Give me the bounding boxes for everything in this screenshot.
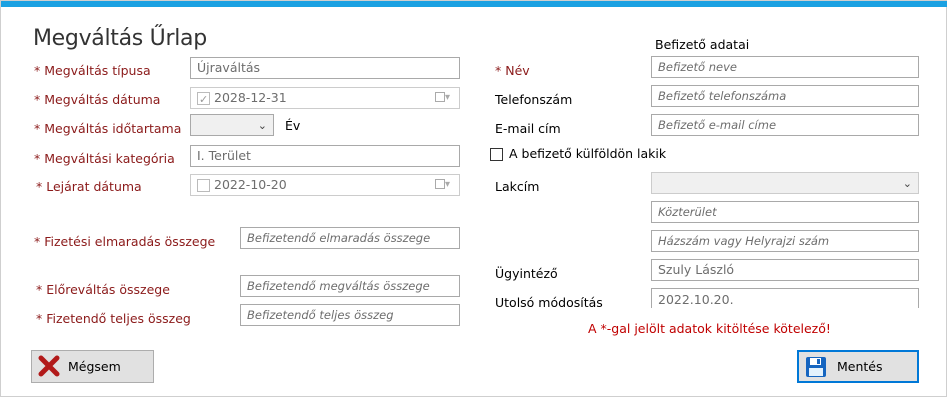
date-value: 2028-12-31	[214, 90, 287, 105]
save-label: Mentés	[837, 359, 883, 374]
chevron-down-icon: ⌄	[257, 119, 267, 132]
duration-label: * Megváltás időtartama	[34, 121, 182, 136]
expiry-value: 2022-10-20	[214, 177, 287, 192]
prepay-label: * Előreváltás összege	[36, 282, 170, 297]
name-input[interactable]: Befizető neve	[651, 56, 919, 78]
category-label: * Megváltási kategória	[34, 151, 175, 166]
required-note: A *-gal jelölt adatok kitöltése kötelező…	[588, 321, 831, 336]
email-input[interactable]: Befizető e-mail címe	[651, 114, 919, 136]
expiry-label: * Lejárat dátuma	[36, 179, 142, 194]
type-label: * Megváltás típusa	[34, 63, 151, 78]
date-label: * Megváltás dátuma	[34, 92, 161, 107]
abroad-label: A befizető külföldön lakik	[509, 146, 667, 161]
floppy-disk-icon	[806, 357, 826, 377]
category-field[interactable]: I. Terület	[190, 145, 460, 167]
abroad-checkbox-row[interactable]: A befizető külföldön lakik	[490, 146, 666, 161]
duration-unit: Év	[285, 118, 301, 133]
close-icon	[38, 355, 60, 377]
abroad-checkbox[interactable]	[490, 148, 503, 161]
cancel-button[interactable]: Mégsem	[31, 350, 154, 383]
title-bar-accent	[1, 1, 947, 7]
clerk-label: Ügyintéző	[495, 266, 558, 281]
chevron-down-icon: ⌄	[902, 177, 912, 190]
name-label: * Név	[495, 63, 530, 78]
type-field[interactable]: Újraváltás	[190, 57, 460, 79]
total-label: * Fizetendő teljes összeg	[36, 311, 191, 326]
phone-input[interactable]: Befizető telefonszáma	[651, 85, 919, 107]
arrears-label: * Fizetési elmaradás összege	[34, 234, 216, 249]
window: Megváltás Űrlap Befizető adatai * Megvál…	[0, 0, 947, 397]
payer-header: Befizető adatai	[655, 37, 750, 52]
street-input[interactable]: Közterület	[651, 201, 919, 223]
clerk-field: Szuly László	[651, 259, 919, 281]
email-label: E-mail cím	[495, 121, 561, 136]
modified-label: Utolsó módosítás	[495, 295, 603, 310]
expiry-checkbox[interactable]	[197, 179, 210, 192]
calendar-icon[interactable]: ▾	[435, 92, 453, 104]
cancel-label: Mégsem	[68, 359, 121, 374]
date-checkbox[interactable]	[197, 90, 210, 108]
modified-field: 2022.10.20.	[651, 288, 919, 308]
house-number-input[interactable]: Házszám vagy Helyrajzi szám	[651, 230, 919, 252]
duration-select[interactable]: ⌄	[190, 114, 274, 136]
arrears-input[interactable]: Befizetendő elmaradás összege	[240, 227, 460, 249]
date-picker[interactable]: 2028-12-31 ▾	[190, 87, 460, 109]
form-title: Megváltás Űrlap	[33, 26, 207, 51]
address-label: Lakcím	[495, 179, 540, 194]
prepay-input[interactable]: Befizetendő megváltás összege	[240, 275, 460, 297]
phone-label: Telefonszám	[495, 92, 573, 107]
expiry-picker[interactable]: 2022-10-20 ▾	[190, 174, 460, 196]
total-input[interactable]: Befizetendő teljes összeg	[240, 304, 460, 326]
save-button[interactable]: Mentés	[797, 350, 919, 383]
address-select[interactable]: ⌄	[651, 172, 919, 194]
calendar-icon[interactable]: ▾	[435, 179, 453, 191]
